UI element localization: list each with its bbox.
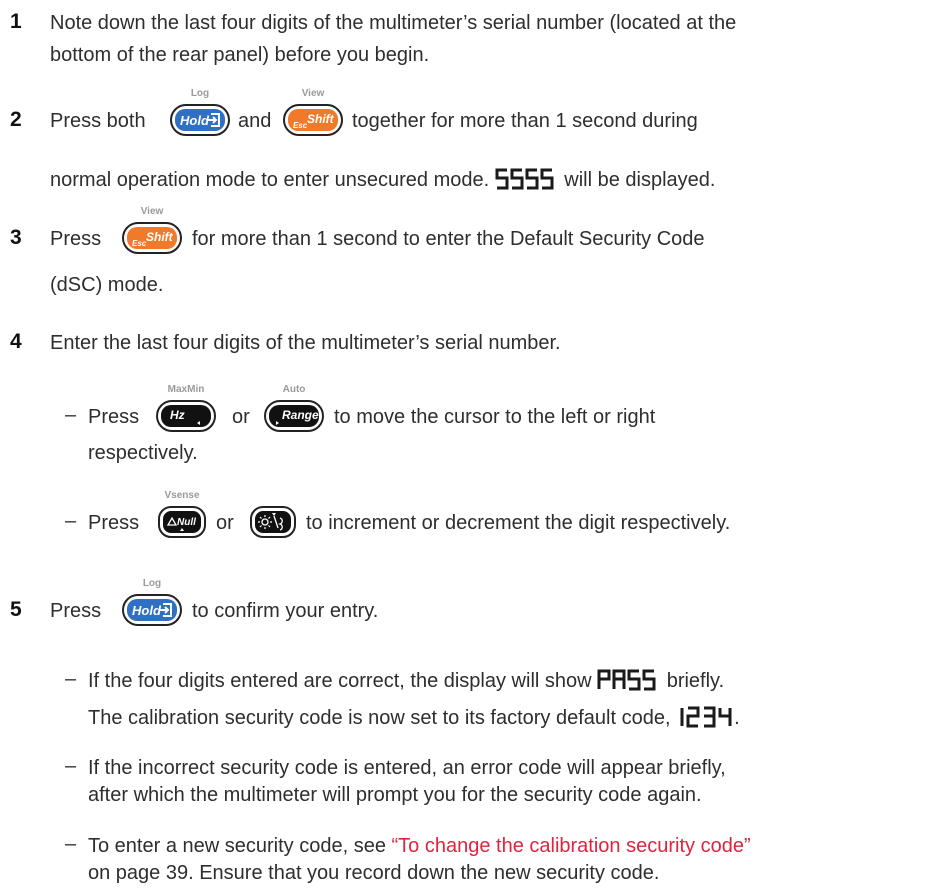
- shift-view-key: View Esc Shift: [122, 206, 182, 254]
- hold-log-key: Log Hold: [122, 578, 182, 626]
- bullet-text: respectively.: [88, 442, 198, 464]
- bullet-text: Press: [88, 512, 140, 534]
- svg-text:Esc: Esc: [132, 239, 147, 248]
- svg-text:Null: Null: [177, 517, 196, 528]
- shift-view-key: View Esc Shift: [283, 88, 343, 136]
- step-text: to confirm your entry.: [192, 600, 379, 622]
- lcd-pass-display: [597, 669, 656, 691]
- bullet-text: to move the cursor to the left or right: [334, 406, 656, 428]
- step-number: 1: [10, 10, 22, 33]
- bullet-text: Press: [88, 406, 140, 428]
- lcd-unsecured-display: [495, 168, 554, 190]
- hz-maxmin-key: MaxMin Hz: [156, 384, 216, 432]
- step-number: 2: [10, 108, 22, 131]
- bullet-text: To enter a new security code, see “To ch…: [88, 835, 751, 857]
- step-number: 3: [10, 226, 22, 249]
- step-text: and: [238, 110, 272, 132]
- step-text: Enter the last four digits of the multim…: [50, 332, 561, 354]
- bullet-dash: –: [65, 510, 77, 532]
- bullet-text: after which the multimeter will prompt y…: [88, 784, 702, 806]
- step-text: together for more than 1 second during: [352, 110, 698, 132]
- svg-text:Hold: Hold: [180, 113, 210, 128]
- step-text: (dSC) mode.: [50, 274, 164, 296]
- step-text: Press: [50, 228, 102, 250]
- range-auto-key: Auto Range: [264, 384, 324, 432]
- bullet-text: If the four digits entered are correct, …: [88, 669, 725, 692]
- hold-key-icon: Hold: [170, 104, 230, 136]
- bullet-dash: –: [65, 668, 77, 690]
- shift-key-icon: Esc Shift: [283, 104, 343, 136]
- hold-key-icon: Hold: [122, 594, 182, 626]
- backlight-icon: [250, 506, 296, 538]
- step-number: 5: [10, 598, 22, 621]
- step-number: 4: [10, 330, 22, 353]
- step-text: Press both: [50, 110, 146, 132]
- lcd-default-code-display: [680, 706, 732, 728]
- range-key-icon: Range: [264, 400, 324, 432]
- cross-reference-link[interactable]: “To change the calibration security code…: [392, 835, 751, 857]
- svg-text:Hz: Hz: [170, 408, 185, 422]
- step-text: normal operation mode to enter unsecured…: [50, 168, 716, 191]
- bullet-text: to increment or decrement the digit resp…: [306, 512, 731, 534]
- step-text: Note down the last four digits of the mu…: [50, 12, 737, 34]
- svg-text:Range: Range: [282, 408, 319, 422]
- bullet-text: or: [216, 512, 234, 534]
- bullet-text: on page 39. Ensure that you record down …: [88, 862, 660, 884]
- step-text: for more than 1 second to enter the Defa…: [192, 228, 705, 250]
- backlight-key: [250, 506, 296, 538]
- svg-text:Hold: Hold: [132, 603, 162, 618]
- svg-text:Shift: Shift: [307, 112, 335, 126]
- svg-text:Shift: Shift: [146, 230, 174, 244]
- hold-log-key: Log Hold: [170, 88, 230, 136]
- hz-key-icon: Hz: [156, 400, 216, 432]
- bullet-text: or: [232, 406, 250, 428]
- bullet-dash: –: [65, 404, 77, 426]
- bullet-dash: –: [65, 833, 77, 855]
- svg-text:Esc: Esc: [293, 121, 308, 130]
- step-text: bottom of the rear panel) before you beg…: [50, 44, 430, 66]
- null-key-icon: Null: [158, 506, 206, 538]
- shift-key-icon: Esc Shift: [122, 222, 182, 254]
- step-text: Press: [50, 600, 102, 622]
- bullet-text: If the incorrect security code is entere…: [88, 757, 726, 779]
- bullet-dash: –: [65, 755, 77, 777]
- bullet-text: The calibration security code is now set…: [88, 706, 740, 729]
- null-vsense-key: Vsense Null: [158, 490, 206, 538]
